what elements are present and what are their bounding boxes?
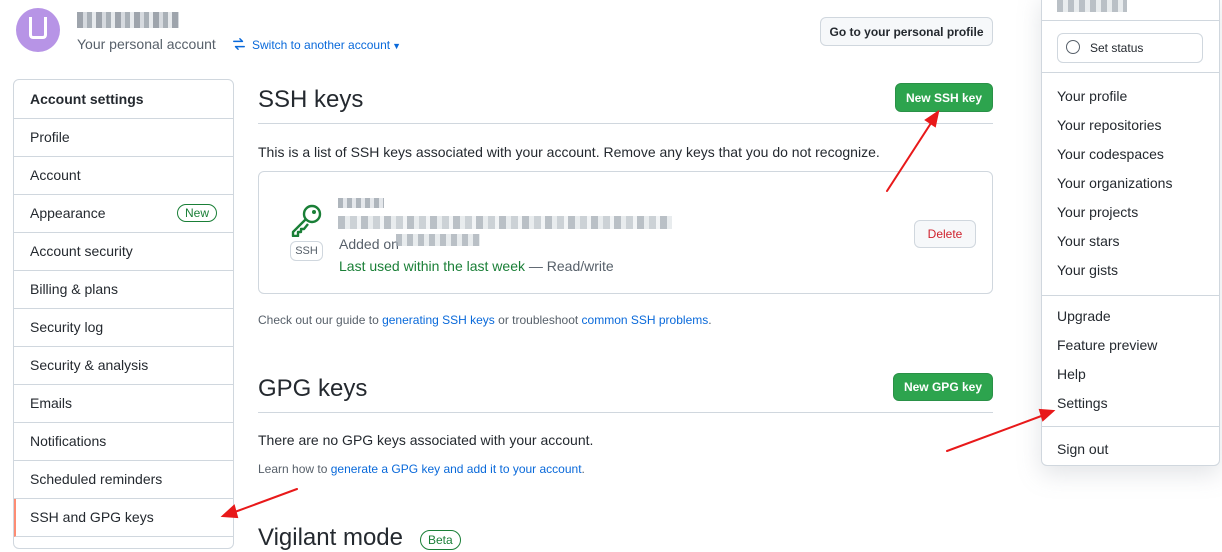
sidebar-item-ssh-gpg-keys[interactable]: SSH and GPG keys	[14, 499, 233, 537]
menu-your-profile[interactable]: Your profile	[1057, 88, 1127, 104]
sidebar-item-profile[interactable]: Profile	[14, 119, 233, 157]
account-subtitle: Your personal account	[77, 36, 216, 52]
menu-feature-preview[interactable]: Feature preview	[1057, 337, 1157, 353]
arrow-to-settings	[946, 414, 1045, 452]
menu-your-organizations[interactable]: Your organizations	[1057, 175, 1172, 191]
sidebar-item-emails[interactable]: Emails	[14, 385, 233, 423]
menu-your-stars[interactable]: Your stars	[1057, 233, 1120, 249]
delete-key-button[interactable]: Delete	[914, 220, 976, 248]
dropdown-divider	[1042, 426, 1219, 427]
switch-account-link[interactable]: Switch to another account ▼	[232, 37, 401, 52]
new-gpg-key-button[interactable]: New GPG key	[893, 373, 993, 401]
arrow-to-ssh-gpg-keys	[231, 488, 298, 514]
guide-middle: or troubleshoot	[494, 313, 582, 327]
avatar-glyph	[29, 17, 47, 39]
sidebar-item-label: Account security	[30, 243, 133, 259]
ssh-description: This is a list of SSH keys associated wi…	[258, 144, 880, 160]
sidebar-item-security-analysis[interactable]: Security & analysis	[14, 347, 233, 385]
divider	[258, 412, 993, 413]
ssh-keys-title: SSH keys	[258, 86, 364, 113]
sidebar-item-scheduled-reminders[interactable]: Scheduled reminders	[14, 461, 233, 499]
gpg-keys-title: GPG keys	[258, 375, 368, 402]
gpg-description: There are no GPG keys associated with yo…	[258, 432, 594, 448]
new-ssh-key-button[interactable]: New SSH key	[895, 83, 993, 112]
go-to-profile-button[interactable]: Go to your personal profile	[820, 17, 993, 46]
dropdown-username-redacted	[1057, 0, 1127, 12]
gpg-learn-text: Learn how to generate a GPG key and add …	[258, 462, 585, 476]
learn-prefix: Learn how to	[258, 462, 331, 476]
key-icon	[291, 204, 322, 237]
learn-suffix: .	[581, 462, 585, 476]
sidebar-item-appearance[interactable]: Appearance New	[14, 195, 233, 233]
generating-ssh-keys-link[interactable]: generating SSH keys	[382, 313, 495, 327]
account-name-redacted	[77, 12, 179, 28]
sidebar-item-notifications[interactable]: Notifications	[14, 423, 233, 461]
sidebar-item-security-log[interactable]: Security log	[14, 309, 233, 347]
menu-your-repositories[interactable]: Your repositories	[1057, 117, 1162, 133]
menu-your-codespaces[interactable]: Your codespaces	[1057, 146, 1164, 162]
ssh-guide-text: Check out our guide to generating SSH ke…	[258, 313, 712, 327]
sidebar-item-label: Appearance	[30, 205, 106, 221]
menu-help[interactable]: Help	[1057, 366, 1086, 382]
ssh-type-label: SSH	[290, 241, 323, 261]
caret-down-icon: ▼	[392, 41, 402, 51]
key-last-used: Last used within the last week — Read/wr…	[339, 258, 614, 274]
sidebar-item-label: Security log	[30, 319, 104, 335]
sidebar-item-account-security[interactable]: Account security	[14, 233, 233, 271]
sidebar-item-account[interactable]: Account	[14, 157, 233, 195]
settings-sidebar: Account settings Profile Account Appeara…	[13, 79, 234, 549]
dropdown-divider	[1042, 20, 1219, 21]
last-used-text: Last used within the last week	[339, 258, 525, 274]
key-fingerprint-redacted	[338, 216, 672, 229]
sidebar-heading: Account settings	[14, 80, 233, 119]
menu-your-projects[interactable]: Your projects	[1057, 204, 1138, 220]
divider	[258, 123, 993, 124]
sidebar-item-label: Profile	[30, 129, 70, 145]
generate-gpg-key-link[interactable]: generate a GPG key and add it to your ac…	[331, 462, 582, 476]
smiley-icon	[1066, 40, 1080, 54]
avatar[interactable]	[16, 8, 60, 52]
beta-badge: Beta	[420, 530, 461, 550]
added-date-redacted	[396, 234, 480, 246]
sidebar-item-label: Emails	[30, 395, 73, 411]
vigilant-mode-title: Vigilant mode	[258, 524, 403, 551]
common-ssh-problems-link[interactable]: common SSH problems	[582, 313, 709, 327]
sidebar-item-billing[interactable]: Billing & plans	[14, 271, 233, 309]
sidebar-item-label: Account	[30, 167, 81, 183]
dropdown-divider	[1042, 295, 1219, 296]
guide-prefix: Check out our guide to	[258, 313, 383, 327]
menu-sign-out[interactable]: Sign out	[1057, 441, 1108, 457]
access-level: — Read/write	[525, 258, 614, 274]
menu-settings[interactable]: Settings	[1057, 395, 1108, 411]
ssh-key-card	[258, 171, 993, 294]
sidebar-item-label: Notifications	[30, 433, 107, 449]
dropdown-divider	[1042, 72, 1219, 73]
menu-upgrade[interactable]: Upgrade	[1057, 308, 1111, 324]
sidebar-item-label: Security & analysis	[30, 357, 149, 373]
sidebar-item-label: SSH and GPG keys	[30, 509, 154, 525]
sidebar-item-label: Billing & plans	[30, 281, 118, 297]
key-title-redacted	[338, 198, 384, 208]
sidebar-item-label: Scheduled reminders	[30, 471, 163, 487]
key-added-date: Added on	[339, 236, 399, 252]
switch-arrows-icon	[233, 38, 245, 50]
switch-account-label: Switch to another account	[252, 38, 391, 52]
menu-your-gists[interactable]: Your gists	[1057, 262, 1118, 278]
guide-suffix: .	[708, 313, 712, 327]
new-badge: New	[176, 204, 217, 222]
